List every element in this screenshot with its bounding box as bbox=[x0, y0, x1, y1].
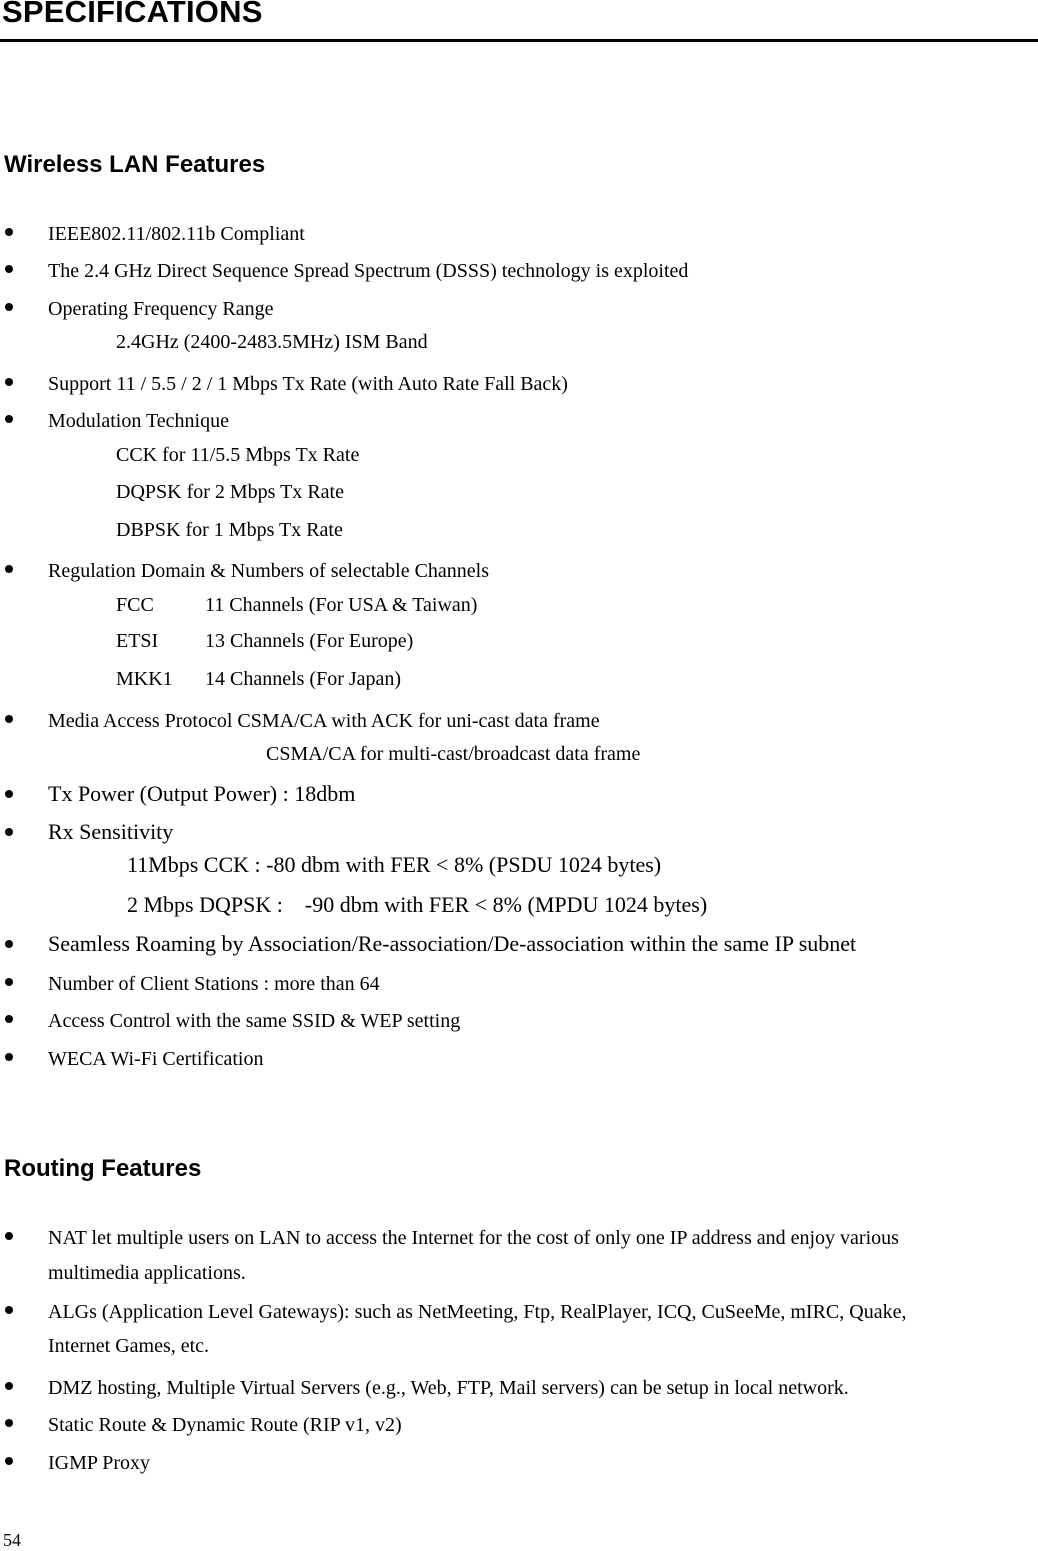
list-item: Static Route & Dynamic Route (RIP v1, v2… bbox=[48, 1414, 402, 1436]
list-item: Number of Client Stations : more than 64 bbox=[48, 973, 380, 995]
list-item: Seamless Roaming by Association/Re-assoc… bbox=[48, 931, 857, 956]
bullet-icon bbox=[5, 1419, 13, 1427]
list-item: Media Access Protocol CSMA/CA with ACK f… bbox=[48, 710, 600, 732]
list-item: Tx Power (Output Power) : 18dbm bbox=[48, 781, 356, 806]
list-item-continuation: multimedia applications. bbox=[48, 1262, 246, 1284]
list-subitem: 11Mbps CCK : -80 dbm with FER < 8% (PSDU… bbox=[127, 852, 662, 877]
bullet-icon bbox=[5, 1382, 13, 1390]
list-item: Access Control with the same SSID & WEP … bbox=[48, 1010, 461, 1032]
list-item: ALGs (Application Level Gateways): such … bbox=[48, 1301, 907, 1323]
list-item: IEEE802.11/802.11b Compliant bbox=[48, 223, 305, 245]
bullet-icon bbox=[5, 265, 13, 273]
bullet-icon bbox=[5, 378, 13, 386]
list-item: DMZ hosting, Multiple Virtual Servers (e… bbox=[48, 1377, 849, 1399]
section-heading-wireless: Wireless LAN Features bbox=[4, 151, 266, 178]
list-item: Support 11 / 5.5 / 2 / 1 Mbps Tx Rate (w… bbox=[48, 373, 568, 395]
channel-domain: ETSI bbox=[116, 630, 159, 652]
list-item: WECA Wi-Fi Certification bbox=[48, 1048, 264, 1070]
bullet-icon bbox=[5, 790, 13, 798]
channel-desc: 14 Channels (For Japan) bbox=[205, 668, 402, 690]
list-item: NAT let multiple users on LAN to access … bbox=[48, 1227, 899, 1249]
list-subitem: DBPSK for 1 Mbps Tx Rate bbox=[116, 519, 343, 541]
list-item: Regulation Domain & Numbers of selectabl… bbox=[48, 560, 490, 582]
bullet-icon bbox=[5, 1457, 13, 1465]
bullet-icon bbox=[5, 828, 13, 836]
bullet-icon bbox=[5, 1232, 13, 1240]
list-item: Modulation Technique bbox=[48, 410, 229, 432]
bullet-icon bbox=[5, 715, 13, 723]
list-subitem: DQPSK for 2 Mbps Tx Rate bbox=[116, 481, 344, 503]
list-subitem: 2.4GHz (2400-2483.5MHz) ISM Band bbox=[116, 331, 428, 353]
bullet-icon bbox=[5, 415, 13, 423]
list-item-continuation: Internet Games, etc. bbox=[48, 1335, 210, 1357]
bullet-icon bbox=[5, 1053, 13, 1061]
page-number: 54 bbox=[3, 1530, 21, 1550]
channel-domain: MKK1 bbox=[116, 668, 173, 690]
list-subitem: CSMA/CA for multi-cast/broadcast data fr… bbox=[266, 743, 641, 765]
bullet-icon bbox=[5, 940, 13, 948]
bullet-icon bbox=[5, 303, 13, 311]
channel-desc: 11 Channels (For USA & Taiwan) bbox=[205, 594, 478, 616]
page-title: SPECIFICATIONS bbox=[2, 0, 263, 29]
list-item: Operating Frequency Range bbox=[48, 298, 274, 320]
section-heading-routing: Routing Features bbox=[4, 1155, 202, 1182]
bullet-icon bbox=[5, 1015, 13, 1023]
bullet-icon bbox=[5, 228, 13, 236]
list-subitem: CCK for 11/5.5 Mbps Tx Rate bbox=[116, 444, 360, 466]
channel-desc: 13 Channels (For Europe) bbox=[205, 630, 414, 652]
title-rule bbox=[0, 39, 1038, 42]
list-subitem: 2 Mbps DQPSK : -90 dbm with FER < 8% (MP… bbox=[127, 892, 708, 917]
bullet-icon bbox=[5, 565, 13, 573]
list-item: Rx Sensitivity bbox=[48, 819, 174, 844]
bullet-icon bbox=[5, 978, 13, 986]
list-item: IGMP Proxy bbox=[48, 1452, 151, 1474]
bullet-icon bbox=[5, 1306, 13, 1314]
channel-domain: FCC bbox=[116, 594, 154, 616]
list-item: The 2.4 GHz Direct Sequence Spread Spect… bbox=[48, 260, 689, 282]
